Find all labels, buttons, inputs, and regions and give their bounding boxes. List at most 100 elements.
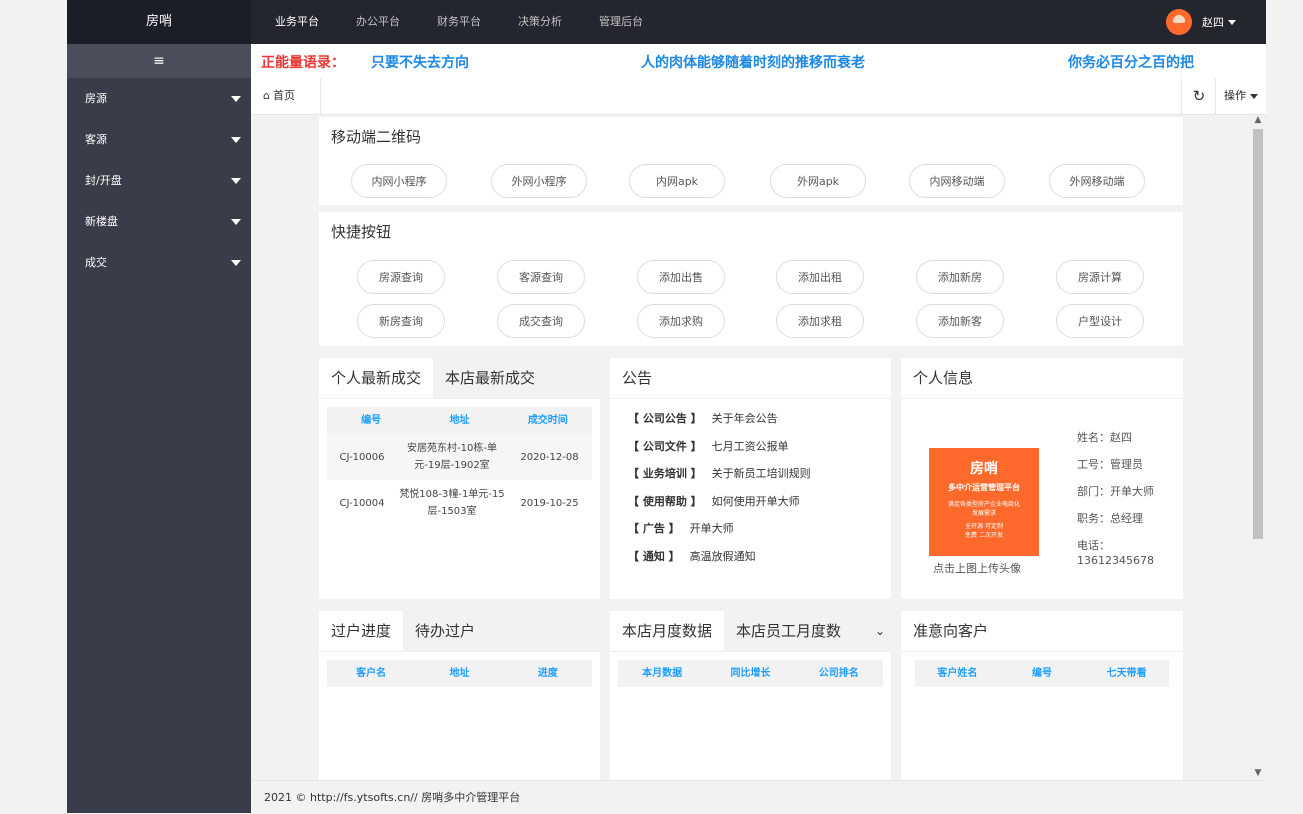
- column-header: 本月数据: [642, 668, 683, 679]
- sidebar-item-customers[interactable]: 客源: [67, 119, 251, 160]
- tab-pending-transfer[interactable]: 待办过户: [403, 611, 600, 651]
- profile-avatar-image[interactable]: 房哨 多中介运营管理平台 满足各类型房产企业电商化 发展需求 全开源 可定制 免…: [929, 448, 1039, 556]
- operations-label: 操作: [1224, 89, 1246, 102]
- tab-transfer-progress[interactable]: 过户进度: [319, 611, 403, 651]
- chevron-down-icon[interactable]: ⌄: [869, 611, 891, 651]
- list-item[interactable]: 【 通知 】高温放假通知: [610, 543, 891, 571]
- table-header: 编号 地址 成交时间: [327, 407, 592, 434]
- chevron-down-icon[interactable]: [1228, 19, 1236, 25]
- qr-intranet-mobile-button[interactable]: 内网移动端: [909, 164, 1005, 198]
- profile-name: 姓名：赵四: [1077, 431, 1132, 444]
- operations-dropdown[interactable]: 操作: [1215, 78, 1266, 114]
- avatar[interactable]: [1166, 9, 1192, 35]
- notice-tag: 【 公司公告 】: [628, 412, 702, 425]
- tab-home[interactable]: ⌂ 首页: [251, 78, 321, 114]
- nav-admin-backend[interactable]: 管理后台: [599, 0, 643, 44]
- qr-extranet-apk-button[interactable]: 外网apk: [770, 164, 866, 198]
- motto-item: 人的肉体能够随着时刻的推移而衰老: [641, 55, 865, 71]
- deals-table-body: CJ-10006 安居苑东村-10栋-单元-19层-1902室 2020-12-…: [319, 434, 600, 526]
- table-row[interactable]: CJ-10004 梵悦108-3幢-1单元-15层-1503室 2019-10-…: [327, 480, 592, 526]
- sidebar-item-label: 封/开盘: [85, 174, 122, 187]
- profile-card: 个人信息 房哨 多中介运营管理平台 满足各类型房产企业电商化 发展需求 全开源 …: [901, 358, 1183, 599]
- deal-date: 2019-10-25: [520, 497, 579, 509]
- profile-position: 职务：总经理: [1077, 512, 1143, 525]
- tab-staff-monthly[interactable]: 本店员工月度数: [724, 611, 869, 651]
- notice-tag: 【 通知 】: [628, 549, 680, 563]
- vertical-scrollbar[interactable]: ▲ ▼: [1250, 115, 1266, 780]
- deal-address: 梵悦108-3幢-1单元-15层-1503室: [399, 489, 505, 517]
- user-menu[interactable]: 赵四: [1166, 0, 1236, 44]
- qr-extranet-mobile-button[interactable]: 外网移动端: [1049, 164, 1145, 198]
- transfer-card: 过户进度 待办过户 客户名 地址 进度: [319, 611, 600, 780]
- column-header: 成交时间: [527, 415, 568, 426]
- sidebar-item-open-close[interactable]: 封/开盘: [67, 160, 251, 201]
- column-header: 地址: [449, 415, 470, 426]
- notice-text: 开单大师: [689, 522, 734, 535]
- quick-button[interactable]: 添加求购: [637, 304, 725, 338]
- list-item[interactable]: 【 公司文件 】七月工资公报单: [610, 433, 891, 461]
- scroll-down-icon[interactable]: ▼: [1253, 768, 1263, 778]
- deal-date: 2020-12-08: [520, 451, 579, 463]
- table-row[interactable]: CJ-10006 安居苑东村-10栋-单元-19层-1902室 2020-12-…: [327, 434, 592, 480]
- quick-button[interactable]: 房源计算: [1056, 260, 1144, 294]
- scroll-up-icon[interactable]: ▲: [1253, 115, 1263, 125]
- sidebar-item-housing[interactable]: 房源: [67, 78, 251, 119]
- transfer-tabs: 过户进度 待办过户: [319, 611, 600, 652]
- sidebar-item-label: 新楼盘: [85, 215, 118, 228]
- menu-toggle-icon[interactable]: ≡: [67, 44, 251, 78]
- app-logo[interactable]: 房哨: [67, 0, 251, 44]
- username[interactable]: 赵四: [1202, 14, 1224, 30]
- sidebar-item-deals[interactable]: 成交: [67, 242, 251, 283]
- nav-office-platform[interactable]: 办公平台: [356, 0, 400, 44]
- sidebar-item-new-property[interactable]: 新楼盘: [67, 201, 251, 242]
- quick-button[interactable]: 户型设计: [1056, 304, 1144, 338]
- notice-text: 如何使用开单大师: [711, 494, 800, 508]
- motto-item: 只要不失去方向: [371, 55, 469, 71]
- column-header: 客户名: [356, 668, 387, 679]
- quick-button[interactable]: 添加出租: [776, 260, 864, 294]
- quick-button[interactable]: 房源查询: [357, 260, 445, 294]
- tab-store-deals[interactable]: 本店最新成交: [433, 358, 600, 398]
- footer: 2021 © http://fs.ytsofts.cn// 房哨多中介管理平台: [251, 780, 1266, 813]
- sidebar-item-label: 客源: [85, 133, 107, 146]
- profile-title: 个人信息: [901, 358, 1183, 399]
- quick-button[interactable]: 客源查询: [497, 260, 585, 294]
- page-tab-bar: ⌂ 首页 ↻ 操作: [251, 78, 1266, 115]
- quick-button[interactable]: 添加求租: [776, 304, 864, 338]
- scrollbar-thumb[interactable]: [1253, 129, 1263, 539]
- refresh-icon[interactable]: ↻: [1181, 78, 1216, 114]
- upload-hint[interactable]: 点击上图上传头像: [933, 560, 1021, 576]
- announcement-list: 【 公司公告 】关于年会公告 【 公司文件 】七月工资公报单 【 业务培训 】关…: [610, 399, 891, 570]
- nav-decision-analysis[interactable]: 决策分析: [518, 0, 562, 44]
- list-item[interactable]: 【 使用帮助 】如何使用开单大师: [610, 488, 891, 516]
- notice-text: 七月工资公报单: [711, 439, 789, 453]
- tab-personal-deals[interactable]: 个人最新成交: [319, 358, 433, 398]
- profile-job-number: 工号：管理员: [1077, 458, 1143, 471]
- column-header: 地址: [449, 668, 470, 679]
- chevron-down-icon: [231, 137, 241, 143]
- notice-text: 高温放假通知: [689, 549, 756, 563]
- qr-intranet-apk-button[interactable]: 内网apk: [629, 164, 725, 198]
- table-header: 客户名 地址 进度: [327, 660, 592, 687]
- list-item[interactable]: 【 广告 】开单大师: [610, 515, 891, 543]
- nav-business-platform[interactable]: 业务平台: [275, 0, 319, 44]
- qr-extranet-miniapp-button[interactable]: 外网小程序: [491, 164, 587, 198]
- app-shell: 房哨 业务平台 办公平台 财务平台 决策分析 管理后台 赵四 ≡ 房源 客源 封…: [67, 0, 1266, 813]
- list-item[interactable]: 【 公司公告 】关于年会公告: [610, 405, 891, 433]
- announcement-card: 公告 【 公司公告 】关于年会公告 【 公司文件 】七月工资公报单 【 业务培训…: [610, 358, 891, 599]
- list-item[interactable]: 【 业务培训 】关于新员工培训规则: [610, 460, 891, 488]
- quick-button[interactable]: 成交查询: [497, 304, 585, 338]
- quick-button[interactable]: 新房查询: [357, 304, 445, 338]
- deal-address: 安居苑东村-10栋-单元-19层-1902室: [407, 443, 497, 471]
- quick-button[interactable]: 添加出售: [637, 260, 725, 294]
- sidebar: ≡ 房源 客源 封/开盘 新楼盘 成交: [67, 44, 251, 813]
- sidebar-item-label: 房源: [85, 92, 107, 105]
- main-content: 移动端二维码 内网小程序 外网小程序 内网apk 外网apk 内网移动端 外网移…: [251, 115, 1266, 780]
- nav-finance-platform[interactable]: 财务平台: [437, 0, 481, 44]
- qr-intranet-miniapp-button[interactable]: 内网小程序: [351, 164, 447, 198]
- tab-store-monthly[interactable]: 本店月度数据: [610, 611, 724, 651]
- avatar-text: 全开源 可定制: [965, 523, 1003, 530]
- column-header: 七天带看: [1106, 668, 1147, 679]
- quick-button[interactable]: 添加新房: [916, 260, 1004, 294]
- quick-button[interactable]: 添加新客: [916, 304, 1004, 338]
